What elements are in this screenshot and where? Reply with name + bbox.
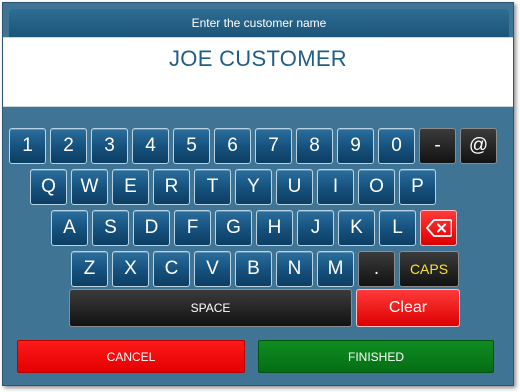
customer-name-field[interactable]: JOE CUSTOMER <box>3 37 513 107</box>
clear-button[interactable]: Clear <box>356 289 460 327</box>
key-l[interactable]: L <box>379 210 416 246</box>
key-0[interactable]: 0 <box>378 128 415 164</box>
key-m[interactable]: M <box>317 251 354 287</box>
backspace-icon <box>425 219 452 237</box>
key-e[interactable]: E <box>112 169 149 205</box>
key-d[interactable]: D <box>133 210 170 246</box>
key-k[interactable]: K <box>338 210 375 246</box>
key-o[interactable]: O <box>358 169 395 205</box>
key-n[interactable]: N <box>276 251 313 287</box>
key-7[interactable]: 7 <box>255 128 292 164</box>
key-p[interactable]: P <box>399 169 436 205</box>
finished-button[interactable]: FINISHED <box>258 340 494 373</box>
customer-name-dialog: Enter the customer name JOE CUSTOMER 1 2… <box>2 2 514 386</box>
caps-key[interactable]: CAPS <box>399 251 459 287</box>
header-title: Enter the customer name <box>191 16 327 30</box>
key-j[interactable]: J <box>297 210 334 246</box>
key-y[interactable]: Y <box>235 169 272 205</box>
key-8[interactable]: 8 <box>296 128 333 164</box>
key-b[interactable]: B <box>235 251 272 287</box>
key-a[interactable]: A <box>51 210 88 246</box>
key-r[interactable]: R <box>153 169 190 205</box>
key-g[interactable]: G <box>215 210 252 246</box>
key-x[interactable]: X <box>112 251 149 287</box>
key-f[interactable]: F <box>174 210 211 246</box>
dialog-header: Enter the customer name <box>9 9 509 37</box>
space-key[interactable]: SPACE <box>69 289 352 327</box>
key-period[interactable]: . <box>358 251 395 287</box>
key-9[interactable]: 9 <box>337 128 374 164</box>
key-i[interactable]: I <box>317 169 354 205</box>
key-s[interactable]: S <box>92 210 129 246</box>
key-2[interactable]: 2 <box>50 128 87 164</box>
key-4[interactable]: 4 <box>132 128 169 164</box>
key-at[interactable]: @ <box>460 128 497 164</box>
key-c[interactable]: C <box>153 251 190 287</box>
key-6[interactable]: 6 <box>214 128 251 164</box>
key-h[interactable]: H <box>256 210 293 246</box>
key-v[interactable]: V <box>194 251 231 287</box>
key-3[interactable]: 3 <box>91 128 128 164</box>
backspace-key[interactable] <box>420 210 457 246</box>
key-w[interactable]: W <box>71 169 108 205</box>
key-u[interactable]: U <box>276 169 313 205</box>
key-t[interactable]: T <box>194 169 231 205</box>
key-q[interactable]: Q <box>30 169 67 205</box>
key-z[interactable]: Z <box>71 251 108 287</box>
key-5[interactable]: 5 <box>173 128 210 164</box>
customer-name-value: JOE CUSTOMER <box>169 46 347 71</box>
key-dash[interactable]: - <box>419 128 456 164</box>
key-1[interactable]: 1 <box>9 128 46 164</box>
cancel-button[interactable]: CANCEL <box>17 340 245 373</box>
